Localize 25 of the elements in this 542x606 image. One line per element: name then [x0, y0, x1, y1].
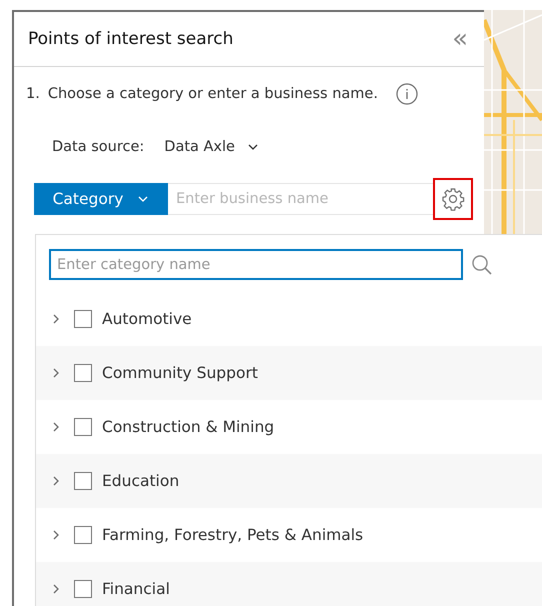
checkbox[interactable] [74, 418, 92, 436]
checkbox[interactable] [74, 526, 92, 544]
category-label: Financial [102, 580, 170, 598]
checkbox[interactable] [74, 580, 92, 598]
checkbox[interactable] [74, 472, 92, 490]
category-search-input[interactable]: Enter category name [49, 249, 463, 280]
gear-icon [441, 187, 465, 211]
category-dropdown-button[interactable]: Category [34, 183, 168, 215]
step-number: 1. [26, 86, 40, 102]
checkbox[interactable] [74, 310, 92, 328]
business-name-input[interactable]: Enter business name [168, 183, 435, 215]
step-instruction: Choose a category or enter a business name. [48, 86, 378, 102]
info-icon[interactable] [396, 83, 418, 105]
collapse-button[interactable]: « [452, 26, 468, 52]
category-label: Education [102, 472, 180, 490]
settings-button[interactable] [433, 178, 473, 220]
search-icon[interactable] [471, 254, 493, 276]
category-label: Automotive [102, 310, 192, 328]
panel-title: Points of interest search [28, 29, 234, 49]
category-label: Community Support [102, 364, 258, 382]
data-source-dropdown[interactable]: Data Axle [164, 139, 259, 155]
category-label: Farming, Forestry, Pets & Animals [102, 526, 364, 544]
category-label: Construction & Mining [102, 418, 274, 436]
checkbox[interactable] [74, 364, 92, 382]
data-source-label: Data source: [52, 139, 144, 155]
